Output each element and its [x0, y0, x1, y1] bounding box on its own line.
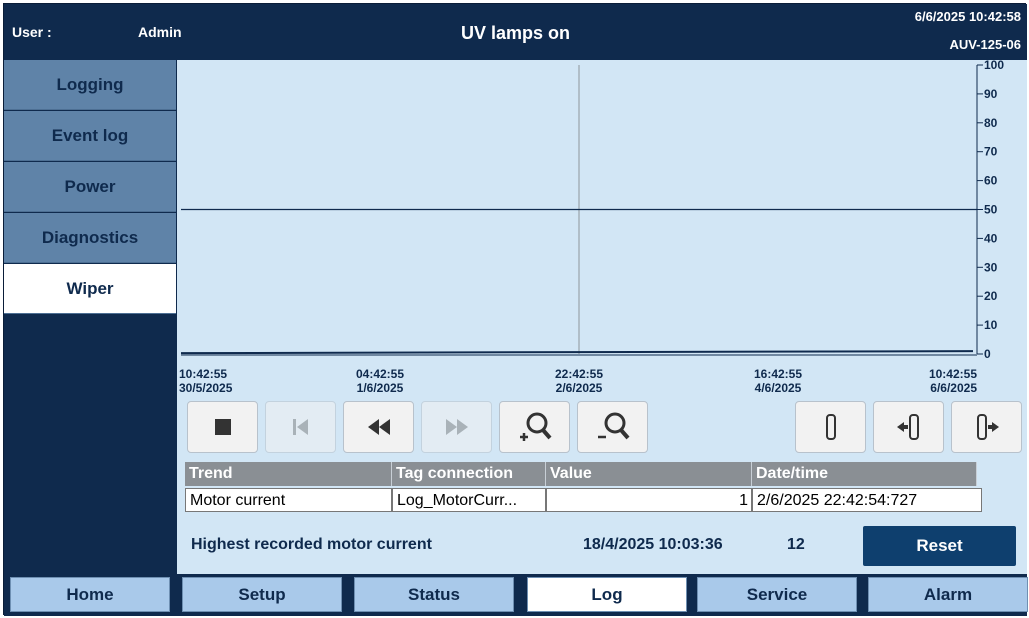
zoom-out-button[interactable] [577, 401, 648, 453]
status-title: UV lamps on [460, 23, 571, 43]
ruler-right-button[interactable] [951, 401, 1022, 453]
y-tick-label: 40 [984, 231, 998, 245]
ruler-button[interactable] [795, 401, 866, 453]
sidebar-item-label: Diagnostics [41, 227, 139, 247]
column-header-value: Value [546, 462, 752, 486]
y-tick-label: 10 [984, 318, 998, 332]
sidebar-item-label: Logging [56, 74, 124, 94]
stop-button[interactable] [187, 401, 258, 453]
trend-plot-area: 1009080706050403020100 [180, 60, 1004, 360]
max-current-label: Highest recorded motor current [191, 536, 432, 553]
x-tick-label: 10:42:55 30/5/2025 [179, 367, 233, 395]
x-tick-label: 10:42:55 6/6/2025 [928, 367, 977, 395]
y-tick-label: 70 [984, 145, 998, 159]
sidebar-item-label: Power [64, 176, 116, 196]
y-tick-label: 100 [984, 60, 1004, 72]
cell-datetime[interactable]: 2/6/2025 22:42:54:727 [752, 488, 982, 512]
y-tick-label: 60 [984, 174, 998, 188]
column-header-tag: Tag connection [392, 462, 546, 486]
header-bar: User : Admin UV lamps on 6/6/2025 10:42:… [4, 4, 1027, 60]
main-panel: 100 90 80 70 60 50 40 30 20 10 0 10:42:55 30/5/2025… [177, 60, 1027, 574]
first-icon [292, 419, 308, 435]
trend-series-line [180, 350, 974, 355]
y-tick-label: 0 [984, 347, 991, 360]
zoom-in-icon [519, 412, 552, 441]
nav-log[interactable]: Log [527, 577, 687, 612]
first-button[interactable] [265, 401, 336, 453]
cell-trend[interactable]: Motor current [185, 488, 392, 512]
hmi-window: User : Admin UV lamps on 6/6/2025 10:42:… [3, 3, 1028, 616]
ruler-left-icon [896, 414, 919, 440]
max-current-value: 12 [787, 536, 805, 553]
cell-tag[interactable]: Log_MotorCurr... [392, 488, 546, 512]
y-tick-label: 90 [984, 87, 998, 101]
forward-icon [445, 419, 468, 435]
sidebar-item-diagnostics[interactable]: Diagnostics [4, 213, 176, 263]
sidebar-item-wiper[interactable]: Wiper [4, 264, 176, 314]
y-tick-label: 50 [984, 203, 998, 217]
nav-alarm[interactable]: Alarm [868, 577, 1028, 612]
y-tick-label: 30 [984, 260, 998, 274]
x-tick-label: 04:42:55 1/6/2025 [355, 367, 405, 395]
column-header-trend: Trend [185, 462, 392, 486]
sidebar-item-label: Event log [51, 125, 129, 145]
zoom-in-button[interactable] [499, 401, 570, 453]
sidebar-item-label: Wiper [66, 278, 114, 298]
trend-chart: 100 90 80 70 60 50 40 30 20 10 0 [177, 60, 1004, 360]
forward-button[interactable] [421, 401, 492, 453]
column-header-datetime: Date/time [752, 462, 977, 486]
nav-home[interactable]: Home [10, 577, 170, 612]
x-tick-label: 16:42:55 4/6/2025 [753, 367, 803, 395]
nav-setup[interactable]: Setup [182, 577, 342, 612]
zoom-out-icon [597, 412, 630, 440]
y-tick-label: 20 [984, 289, 998, 303]
sidebar-item-event-log[interactable]: Event log [4, 111, 176, 161]
nav-status[interactable]: Status [354, 577, 514, 612]
rewind-icon [367, 419, 390, 435]
sidebar-item-power[interactable]: Power [4, 162, 176, 212]
nav-service[interactable]: Service [697, 577, 857, 612]
ruler-right-icon [976, 414, 999, 440]
stop-icon [214, 419, 231, 435]
bottom-nav: Home Setup Status Log Service Alarm [4, 574, 1028, 616]
cell-value[interactable]: 1 [546, 488, 752, 512]
current-datetime: 6/6/2025 10:42:58 [914, 9, 1021, 24]
x-tick-label: 22:42:55 2/6/2025 [554, 367, 604, 395]
sidebar-item-logging[interactable]: Logging [4, 60, 176, 110]
ruler-icon [825, 414, 836, 440]
rewind-button[interactable] [343, 401, 414, 453]
y-tick-label: 80 [984, 116, 998, 130]
device-id: AUV-125-06 [949, 37, 1021, 52]
ruler-left-button[interactable] [873, 401, 944, 453]
max-current-date: 18/4/2025 10:03:36 [583, 536, 723, 553]
reset-button[interactable]: Reset [863, 526, 1016, 566]
